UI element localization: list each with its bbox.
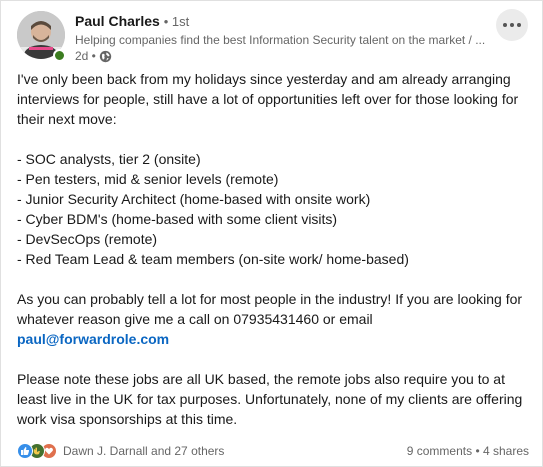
email-link[interactable]: paul@forwardrole.com	[17, 331, 169, 347]
comments-shares-count[interactable]: 9 comments • 4 shares	[407, 444, 529, 458]
post-contact: As you can probably tell a lot for most …	[17, 291, 523, 327]
more-options-button[interactable]	[496, 9, 528, 41]
more-options-dot	[517, 23, 521, 27]
role-item: - Pen testers, mid & senior levels (remo…	[17, 171, 279, 187]
globe-icon	[99, 50, 112, 63]
role-item: - Cyber BDM's (home-based with some clie…	[17, 211, 338, 227]
author-name-line: Paul Charles • 1st	[75, 11, 495, 32]
reaction-icons[interactable]	[17, 443, 57, 459]
more-options-dot	[503, 23, 507, 27]
post-body: I've only been back from my holidays sin…	[17, 69, 529, 429]
post-note: Please note these jobs are all UK based,…	[17, 371, 523, 427]
post-meta: 2d •	[75, 48, 495, 64]
role-item: - DevSecOps (remote)	[17, 231, 158, 247]
author-info: Paul Charles • 1st Helping companies fin…	[75, 11, 495, 64]
social-counts-bar: Dawn J. Darnall and 27 others 9 comments…	[17, 441, 529, 461]
like-icon	[17, 443, 33, 459]
post-header: Paul Charles • 1st Helping companies fin…	[17, 9, 528, 65]
connection-degree: • 1st	[163, 14, 190, 29]
author-avatar[interactable]	[17, 11, 66, 62]
post-intro: I've only been back from my holidays sin…	[17, 71, 519, 127]
post-time: 2d •	[75, 49, 96, 63]
role-item: - Red Team Lead & team members (on-site …	[17, 251, 409, 267]
online-status-indicator	[53, 49, 66, 62]
reactors-summary[interactable]: Dawn J. Darnall and 27 others	[63, 444, 224, 458]
role-item: - Junior Security Architect (home-based …	[17, 191, 371, 207]
author-name[interactable]: Paul Charles	[75, 13, 160, 29]
author-headline: Helping companies find the best Informat…	[75, 33, 486, 47]
role-item: - SOC analysts, tier 2 (onsite)	[17, 151, 201, 167]
feed-post-card: Paul Charles • 1st Helping companies fin…	[0, 0, 543, 467]
more-options-dot	[510, 23, 514, 27]
